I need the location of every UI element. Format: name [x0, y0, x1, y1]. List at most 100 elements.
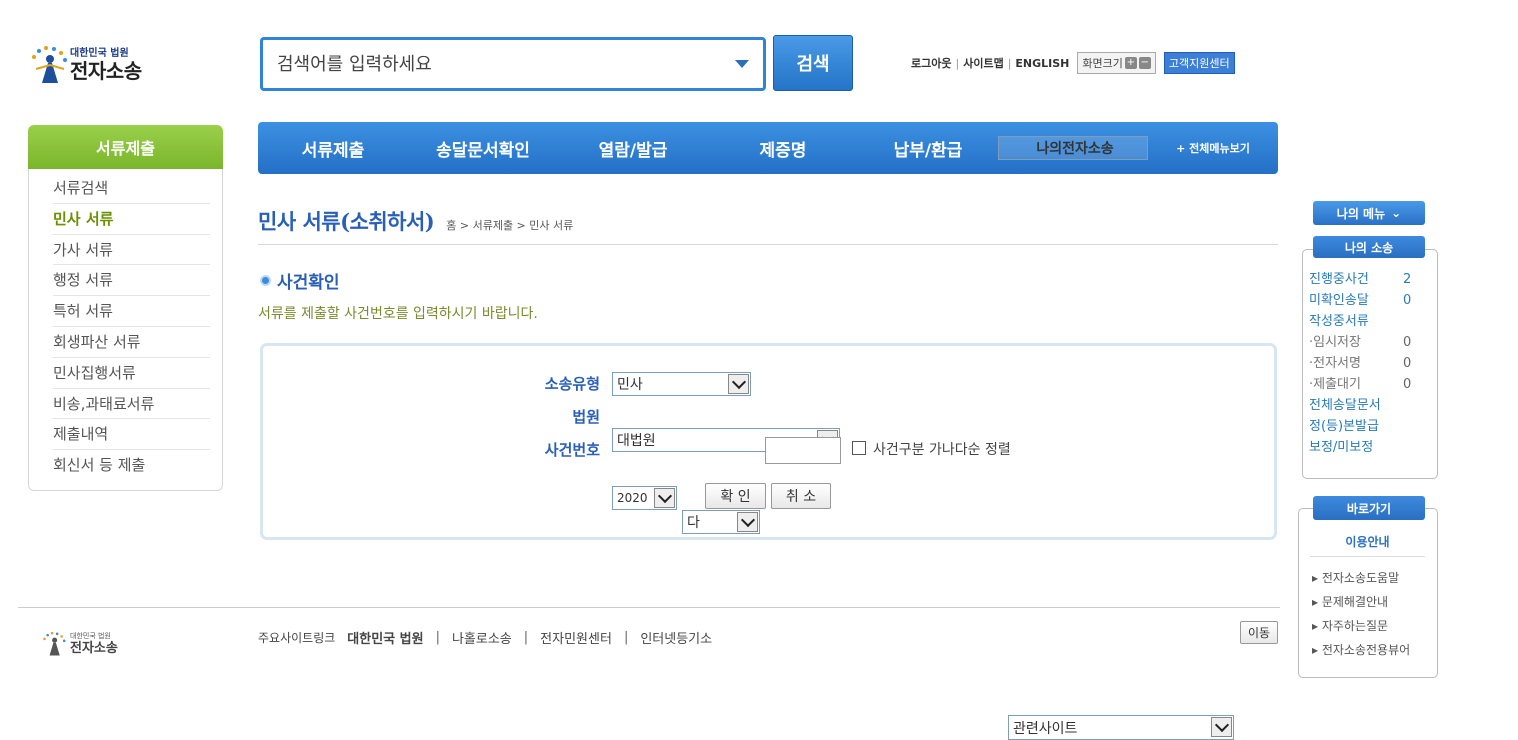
my-menu-label: 나의 메뉴	[1336, 206, 1386, 221]
nav-all-menu[interactable]: + 전체메뉴보기	[1148, 122, 1278, 174]
case-kind-value: 다	[687, 515, 700, 531]
related-site-select[interactable]: 관련사이트	[1008, 715, 1234, 740]
zoom-in-button[interactable]: +	[1124, 57, 1137, 69]
nav-payment[interactable]: 납부/환급	[858, 122, 998, 174]
search-box[interactable]	[260, 37, 766, 91]
nav-certificate[interactable]: 제증명	[708, 122, 858, 174]
english-link[interactable]: ENGLISH	[1015, 57, 1069, 70]
sort-checkbox[interactable]	[852, 441, 866, 455]
shortcut-link-label: 문제해결안내	[1321, 595, 1389, 609]
go-button[interactable]: 이동	[1240, 621, 1278, 644]
side-item-bankruptcy[interactable]: 회생파산 서류	[53, 327, 210, 358]
font-size-control: 화면크기 + −	[1077, 52, 1156, 74]
side-menu: 서류검색 민사 서류 가사 서류 행정 서류 특허 서류 회생파산 서류 민사집…	[28, 169, 223, 491]
side-item-execution[interactable]: 민사집행서류	[53, 358, 210, 389]
stat-row[interactable]: 진행중사건 2	[1309, 269, 1435, 290]
side-menu-title: 서류제출	[28, 125, 223, 169]
side-item-search[interactable]: 서류검색	[53, 173, 210, 204]
footer-links-label: 주요사이트링크	[258, 631, 336, 645]
side-item-history[interactable]: 제출내역	[53, 419, 210, 451]
footer-link[interactable]: 대한민국 법원	[347, 628, 423, 647]
confirm-button[interactable]: 확 인	[705, 483, 766, 509]
footer-link[interactable]: 전자민원센터	[540, 628, 612, 647]
chevron-down-icon[interactable]	[1211, 717, 1232, 737]
stat-value: 0	[1403, 335, 1412, 350]
court-logo-icon	[43, 631, 66, 656]
shortcut-link-label: 자주하는질문	[1321, 619, 1389, 633]
footer-divider	[18, 607, 1280, 608]
divider: |	[955, 56, 960, 70]
stat-row[interactable]: 작성중서류	[1309, 311, 1435, 332]
nav-delivery[interactable]: 송달문서확인	[408, 122, 558, 174]
side-item-family[interactable]: 가사 서류	[53, 235, 210, 266]
page-header: 민사 서류(소취하서) 홈 > 서류제출 > 민사 서류	[258, 206, 573, 236]
section-title: 사건확인	[277, 273, 340, 293]
sitemap-link[interactable]: 사이트맵	[963, 55, 1003, 71]
logout-link[interactable]: 로그아웃	[911, 55, 951, 71]
stat-label: 진행중사건	[1309, 272, 1369, 287]
footer-links: 주요사이트링크 대한민국 법원 | 나홀로소송 | 전자민원센터 | 인터넷등기…	[258, 628, 712, 647]
nav-my-litigation[interactable]: 나의전자소송	[998, 136, 1148, 160]
stat-label: 미확인송달	[1309, 293, 1369, 308]
stat-row[interactable]: 정(등)본발급	[1309, 416, 1435, 437]
bullet-icon	[260, 275, 271, 286]
divider: |	[435, 630, 440, 645]
case-year-select[interactable]: 2020	[612, 486, 677, 510]
stat-value: 0	[1403, 356, 1412, 371]
side-item-admin[interactable]: 행정 서류	[53, 265, 210, 297]
shortcut-link[interactable]: ▸ 문제해결안내	[1312, 590, 1432, 614]
footer-logo-title: 전자소송	[70, 641, 118, 656]
chevron-down-icon[interactable]	[735, 60, 749, 68]
shortcut-link[interactable]: ▸ 자주하는질문	[1312, 614, 1432, 638]
search-input[interactable]	[277, 53, 717, 75]
main-nav: 서류제출 송달문서확인 열람/발급 제증명 납부/환급 나의전자소송 + 전체메…	[258, 122, 1278, 174]
chevron-down-icon[interactable]	[728, 374, 749, 394]
stat-row[interactable]: ·임시저장 0	[1309, 332, 1435, 353]
chevron-down-icon[interactable]	[654, 488, 675, 508]
shortcut-link-label: 전자소송전용뷰어	[1321, 643, 1411, 657]
case-kind-select[interactable]: 다	[682, 510, 760, 534]
footer-logo: 대한민국 법원 전자소송	[40, 630, 118, 658]
stat-row[interactable]: 미확인송달 0	[1309, 290, 1435, 311]
case-number-label: 사건번호	[544, 441, 600, 459]
chevron-down-icon[interactable]	[737, 512, 758, 532]
side-item-reply[interactable]: 회신서 등 제출	[53, 450, 210, 481]
stat-label: ·임시저장	[1309, 335, 1361, 350]
footer-logo-subtitle: 대한민국 법원	[70, 632, 111, 640]
support-center-button[interactable]: 고객지원센터	[1163, 52, 1235, 74]
stat-row[interactable]: ·전자서명 0	[1309, 353, 1435, 374]
breadcrumb: 홈 > 서류제출 > 민사 서류	[446, 219, 574, 232]
chevron-down-icon: ⌄	[1391, 206, 1402, 220]
guide-title: 이용안내	[1310, 533, 1425, 557]
side-item-civil[interactable]: 민사 서류	[53, 204, 210, 235]
logo-title: 전자소송	[70, 59, 142, 83]
case-number-input[interactable]	[765, 437, 841, 464]
stat-row[interactable]: 보정/미보정	[1309, 437, 1435, 458]
my-case-title: 나의 소송	[1313, 236, 1425, 258]
side-item-nonlitigation[interactable]: 비송,과태료서류	[53, 389, 210, 420]
footer-link[interactable]: 인터넷등기소	[640, 628, 712, 647]
case-type-select[interactable]: 민사	[612, 372, 751, 396]
shortcut-link[interactable]: ▸ 전자소송전용뷰어	[1312, 638, 1432, 662]
my-menu-button[interactable]: 나의 메뉴 ⌄	[1313, 201, 1425, 225]
stat-row[interactable]: ·제출대기 0	[1309, 374, 1435, 395]
page-title: 민사 서류(소취하서)	[258, 209, 435, 234]
nav-view-issue[interactable]: 열람/발급	[558, 122, 708, 174]
divider: |	[623, 630, 629, 645]
utility-links: 로그아웃 | 사이트맵 | ENGLISH 화면크기 + − 고객지원센터	[911, 52, 1235, 74]
footer-link[interactable]: 나홀로소송	[452, 628, 512, 647]
section-header: 사건확인	[260, 268, 340, 293]
court-logo-icon	[28, 43, 70, 87]
search-button[interactable]: 검색	[773, 35, 853, 91]
zoom-out-button[interactable]: −	[1138, 57, 1151, 69]
stat-row[interactable]: 전체송달문서	[1309, 395, 1435, 416]
shortcut-links: ▸ 전자소송도움말 ▸ 문제해결안내 ▸ 자주하는질문 ▸ 전자소송전용뷰어	[1312, 566, 1432, 662]
site-logo[interactable]: 대한민국 법원 전자소송	[28, 40, 168, 90]
shortcut-link[interactable]: ▸ 전자소송도움말	[1312, 566, 1432, 590]
side-item-patent[interactable]: 특허 서류	[53, 296, 210, 327]
nav-submit[interactable]: 서류제출	[258, 122, 408, 174]
stat-label: ·전자서명	[1309, 356, 1361, 371]
cancel-button[interactable]: 취 소	[771, 483, 831, 509]
stat-label: 정(등)본발급	[1309, 419, 1379, 434]
section-description: 서류를 제출할 사건번호를 입력하시기 바랍니다.	[258, 306, 538, 322]
